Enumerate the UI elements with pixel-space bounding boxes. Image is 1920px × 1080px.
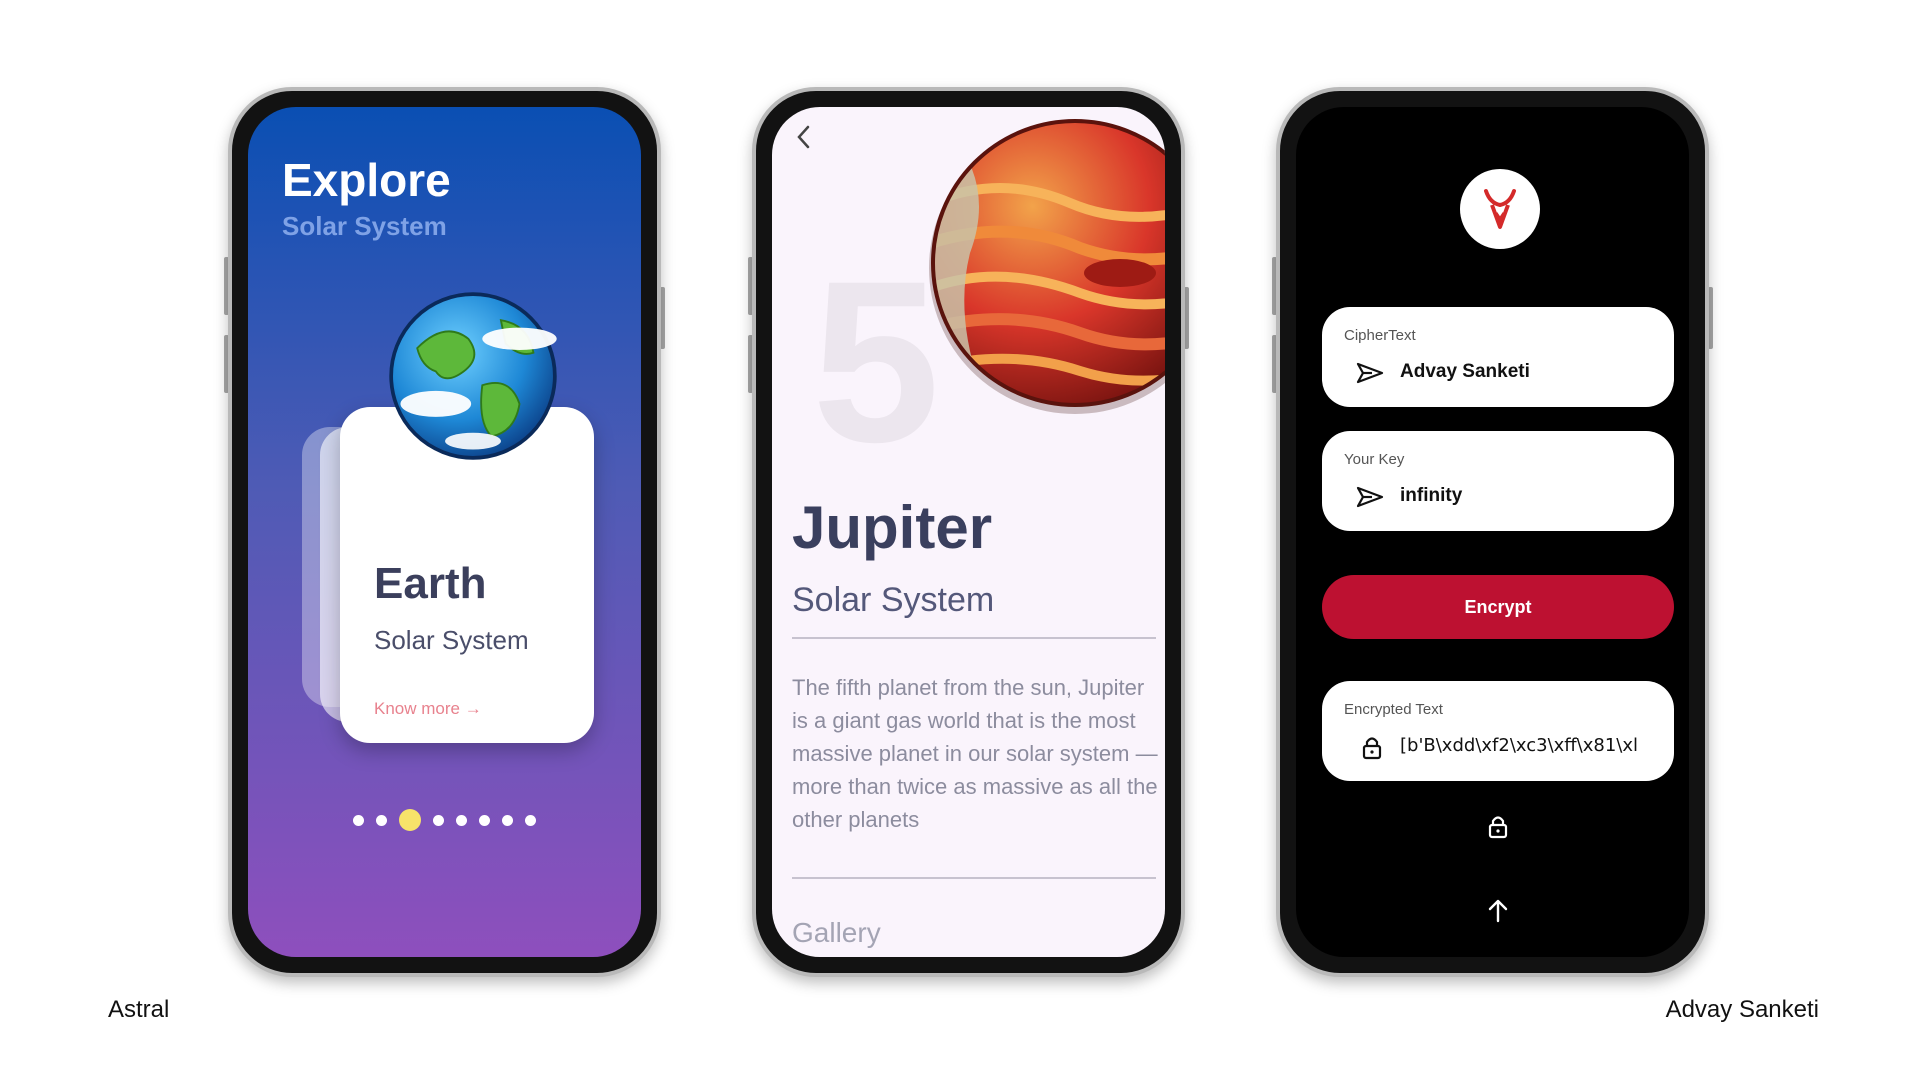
page-dot[interactable] — [525, 814, 536, 826]
planet-title: Jupiter — [792, 494, 993, 561]
gallery-heading[interactable]: Gallery — [792, 917, 881, 949]
caption-author: Advay Sanketi — [1665, 996, 1819, 1023]
chevron-left-icon[interactable] — [792, 121, 816, 153]
lock-icon — [1362, 737, 1382, 760]
page-dot[interactable] — [376, 814, 387, 826]
page-dot[interactable] — [353, 814, 364, 826]
page-dot[interactable] — [456, 814, 467, 826]
page-dot[interactable] — [502, 814, 513, 826]
arrow-up-icon[interactable] — [1484, 897, 1512, 925]
divider — [792, 877, 1156, 879]
bull-head-logo-icon — [1484, 189, 1516, 229]
know-more-link[interactable]: Know more → — [374, 699, 482, 719]
encrypted-text-field[interactable]: Encrypted Text [b'B\xdd\xf2\xc3\xff\x81\… — [1322, 681, 1674, 781]
page-subtitle: Solar System — [282, 211, 447, 241]
send-icon — [1356, 362, 1384, 384]
page-dot-active[interactable] — [399, 809, 421, 831]
encrypted-text-label: Encrypted Text — [1344, 701, 1443, 718]
encrypt-button[interactable]: Encrypt — [1322, 575, 1674, 639]
ciphertext-input[interactable]: Advay Sanketi — [1400, 361, 1662, 383]
unlock-icon[interactable] — [1484, 813, 1512, 841]
page-title: Explore — [282, 154, 451, 206]
page-indicator — [248, 809, 641, 831]
astral-screen: Explore Solar System Earth Solar System … — [248, 107, 641, 957]
phone-frame: CipherText Advay Sanketi Your Key infini… — [1276, 87, 1709, 977]
key-input[interactable]: infinity — [1400, 485, 1662, 507]
app-logo — [1460, 169, 1540, 249]
planet-subtitle: Solar System — [374, 625, 529, 655]
planet-description: The fifth planet from the sun, Jupiter i… — [792, 675, 1158, 832]
earth-icon — [389, 292, 557, 460]
jupiter-screen: 5 Jupiter Solar System The fifth planet … — [772, 107, 1165, 957]
phone-frame: 5 Jupiter Solar System The fifth planet … — [752, 87, 1185, 977]
send-icon — [1356, 486, 1384, 508]
divider — [792, 637, 1156, 639]
jupiter-planet-image — [929, 119, 1165, 414]
caption-astral: Astral — [108, 996, 170, 1023]
phone-jupiter: 5 Jupiter Solar System The fifth planet … — [748, 87, 1189, 977]
phone-cipher: CipherText Advay Sanketi Your Key infini… — [1272, 87, 1713, 977]
page-dot[interactable] — [433, 814, 444, 826]
phone-frame: Explore Solar System Earth Solar System … — [228, 87, 661, 977]
ciphertext-label: CipherText — [1344, 327, 1416, 344]
page-dot[interactable] — [479, 814, 490, 826]
know-more-label: Know more — [374, 699, 460, 718]
planet-subtitle: Solar System — [792, 581, 995, 619]
planet-title: Earth — [374, 559, 487, 608]
ciphertext-field[interactable]: CipherText Advay Sanketi — [1322, 307, 1674, 407]
encrypted-text-output[interactable]: [b'B\xdd\xf2\xc3\xff\x81\xl — [1400, 735, 1662, 756]
cipher-screen: CipherText Advay Sanketi Your Key infini… — [1296, 107, 1689, 957]
arrow-right-icon: → — [464, 699, 482, 718]
phone-astral: Explore Solar System Earth Solar System … — [224, 87, 665, 977]
key-label: Your Key — [1344, 451, 1405, 468]
key-field[interactable]: Your Key infinity — [1322, 431, 1674, 531]
